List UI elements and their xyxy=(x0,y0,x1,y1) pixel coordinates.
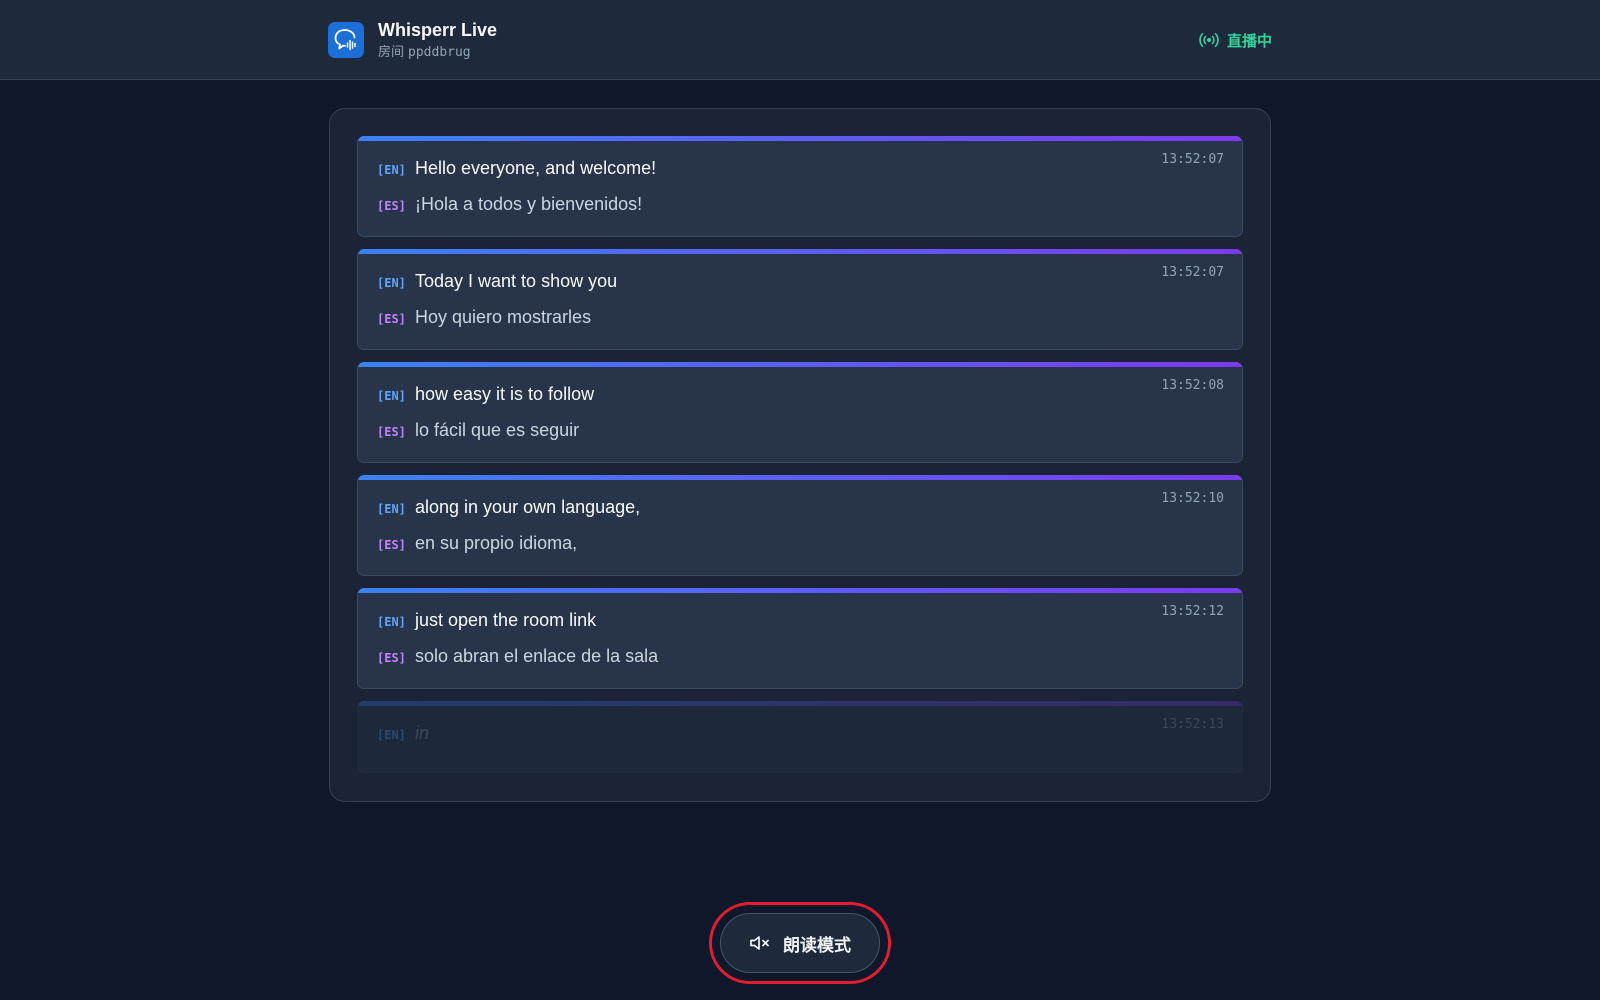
spanish-line: [ES] en su propio idioma, xyxy=(377,533,577,554)
timestamp: 13:52:07 xyxy=(1161,152,1224,167)
english-text: along in your own language, xyxy=(415,497,641,517)
spanish-text: ¡Hola a todos y bienvenidos! xyxy=(415,194,643,214)
spanish-text: solo abran el enlace de la sala xyxy=(415,646,659,666)
es-tag: [ES] xyxy=(377,651,406,665)
transcript-panel[interactable]: 13:52:07 [EN] Hello everyone, and welcom… xyxy=(329,108,1271,802)
chat-bubble-waveform-icon xyxy=(328,22,364,58)
en-tag: [EN] xyxy=(377,615,406,629)
app-title: Whisperr Live xyxy=(378,19,498,40)
broadcast-icon xyxy=(1199,33,1219,47)
transcript-card: 13:52:07 [EN] Today I want to show you [… xyxy=(357,249,1243,350)
read-aloud-mode-button[interactable]: 朗读模式 xyxy=(720,913,880,973)
en-tag: [EN] xyxy=(377,389,406,403)
en-tag: [EN] xyxy=(377,502,406,516)
transcript-feed: 13:52:07 [EN] Hello everyone, and welcom… xyxy=(357,136,1243,785)
spanish-line: [ES] solo abran el enlace de la sala xyxy=(377,646,658,667)
es-tag: [ES] xyxy=(377,199,406,213)
english-text: just open the room link xyxy=(415,610,597,630)
spanish-line: [ES] Hoy quiero mostrarles xyxy=(377,307,591,328)
brand: Whisperr Live 房间 ppddbrug xyxy=(328,19,497,62)
transcript-card: 13:52:12 [EN] just open the room link [E… xyxy=(357,588,1243,689)
live-status: 直播中 xyxy=(1199,30,1272,51)
live-status-label: 直播中 xyxy=(1226,32,1272,50)
english-line: [EN] just open the room link xyxy=(377,610,596,631)
english-text: Today I want to show you xyxy=(415,271,618,291)
transcript-card: 13:52:10 [EN] along in your own language… xyxy=(357,475,1243,576)
english-line: [EN] how easy it is to follow xyxy=(377,384,594,405)
spanish-text: en su propio idioma, xyxy=(415,533,578,553)
spanish-line: [ES] ¡Hola a todos y bienvenidos! xyxy=(377,194,642,215)
english-line: [EN] along in your own language, xyxy=(377,497,640,518)
partial-english-text: in xyxy=(415,723,430,743)
transcript-card: 13:52:07 [EN] Hello everyone, and welcom… xyxy=(357,136,1243,237)
room-id: ppddbrug xyxy=(408,44,471,60)
room-info: 房间 ppddbrug xyxy=(378,43,497,62)
speaker-muted-icon xyxy=(750,936,769,950)
english-line: [EN] in xyxy=(377,723,429,744)
timestamp: 13:52:13 xyxy=(1161,717,1224,732)
brand-text: Whisperr Live 房间 ppddbrug xyxy=(378,19,497,62)
en-tag: [EN] xyxy=(377,276,406,290)
transcript-card: 13:52:08 [EN] how easy it is to follow [… xyxy=(357,362,1243,463)
spanish-text: Hoy quiero mostrarles xyxy=(415,307,592,327)
english-text: Hello everyone, and welcome! xyxy=(415,158,657,178)
read-aloud-mode-label: 朗读模式 xyxy=(783,935,851,955)
english-line: [EN] Hello everyone, and welcome! xyxy=(377,158,656,179)
timestamp: 13:52:07 xyxy=(1161,265,1224,280)
es-tag: [ES] xyxy=(377,425,406,439)
en-tag: [EN] xyxy=(377,728,406,742)
es-tag: [ES] xyxy=(377,538,406,552)
timestamp: 13:52:08 xyxy=(1161,378,1224,393)
pending-transcript-card: 13:52:13 [EN] in xyxy=(357,701,1243,773)
room-label: 房间 xyxy=(378,43,405,59)
top-header: Whisperr Live 房间 ppddbrug 直播中 xyxy=(0,0,1600,80)
es-tag: [ES] xyxy=(377,312,406,326)
english-line: [EN] Today I want to show you xyxy=(377,271,617,292)
en-tag: [EN] xyxy=(377,163,406,177)
spanish-line: [ES] lo fácil que es seguir xyxy=(377,420,579,441)
header-content: Whisperr Live 房间 ppddbrug 直播中 xyxy=(328,0,1272,80)
spanish-text: lo fácil que es seguir xyxy=(415,420,580,440)
timestamp: 13:52:10 xyxy=(1161,491,1224,506)
english-text: how easy it is to follow xyxy=(415,384,595,404)
timestamp: 13:52:12 xyxy=(1161,604,1224,619)
